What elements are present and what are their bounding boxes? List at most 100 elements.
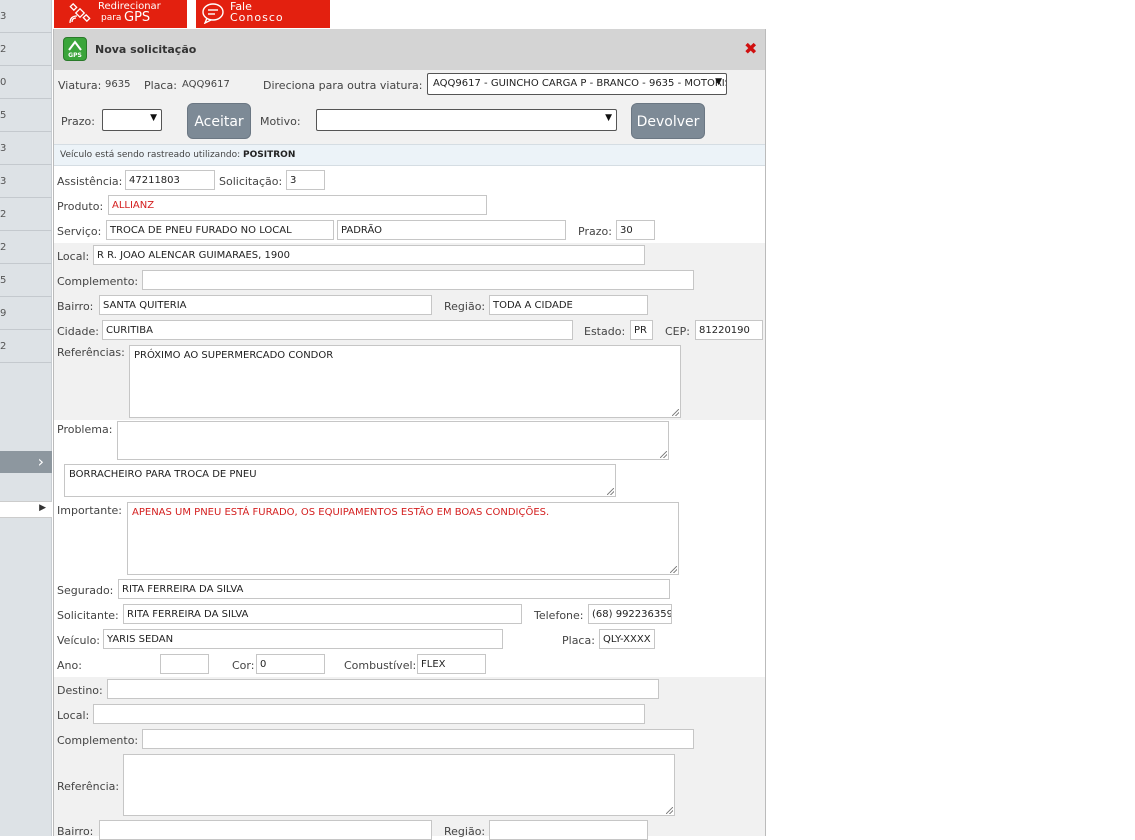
list-row[interactable]: 3	[0, 165, 52, 198]
motivo-select[interactable]: ▼	[316, 109, 617, 131]
list-row[interactable]: 0	[0, 66, 52, 99]
segurado-field[interactable]: RITA FERREIRA DA SILVA	[118, 579, 670, 599]
destino-local-label: Local:	[57, 709, 90, 722]
regiao-field[interactable]: TODA A CIDADE	[489, 295, 648, 315]
modal-header: GPS Nova solicitação ✖	[54, 29, 765, 70]
destino-field[interactable]	[107, 679, 659, 699]
gps-logo-text: GPS	[68, 52, 82, 59]
solicitante-field[interactable]: RITA FERREIRA DA SILVA	[123, 604, 522, 624]
referencias-value: PRÓXIMO AO SUPERMERCADO CONDOR	[134, 350, 334, 361]
cidade-field[interactable]: CURITIBA	[102, 320, 573, 340]
list-row[interactable]: 2	[0, 198, 52, 231]
redirect-gps-button[interactable]: Redirecionar para GPS	[54, 0, 187, 28]
importante-value: APENAS UM PNEU ESTÁ FURADO, OS EQUIPAMEN…	[132, 507, 550, 518]
gps-logo-icon: GPS	[63, 37, 87, 61]
problema-textarea[interactable]	[117, 421, 669, 460]
assistencia-label: Assistência:	[57, 175, 123, 188]
resize-grip-icon[interactable]	[666, 807, 673, 814]
prazo-select[interactable]: ▼	[102, 109, 162, 131]
list-row[interactable]: 2	[0, 33, 52, 66]
cor-field[interactable]: 0	[256, 654, 325, 674]
telefone-field[interactable]: (68) 992236359	[588, 604, 672, 624]
list-row[interactable]: 3	[0, 132, 52, 165]
telefone-label: Telefone:	[534, 609, 584, 622]
local-label: Local:	[57, 250, 90, 263]
fale-button-line2: Conosco	[230, 11, 284, 24]
viatura-label: Viatura:	[58, 79, 102, 92]
produto-label: Produto:	[57, 200, 104, 213]
resize-grip-icon[interactable]	[672, 409, 679, 416]
prazo-select-label: Prazo:	[61, 115, 95, 128]
list-row[interactable]: 2	[0, 231, 52, 264]
motivo-label: Motivo:	[260, 115, 301, 128]
expand-panel-button[interactable]: ›	[0, 451, 52, 473]
combustivel-label: Combustível:	[344, 659, 417, 672]
chevron-down-icon: ▼	[605, 113, 612, 123]
veiculo-placa-field[interactable]: QLY-XXXX	[599, 629, 655, 649]
ano-field[interactable]	[160, 654, 209, 674]
veiculo-field[interactable]: YARIS SEDAN	[103, 629, 503, 649]
servico-field[interactable]: TROCA DE PNEU FURADO NO LOCAL	[106, 220, 334, 240]
direciona-label: Direciona para outra viatura:	[263, 79, 423, 92]
modal-title: Nova solicitação	[95, 43, 197, 56]
regiao-label: Região:	[444, 300, 486, 313]
submenu-row[interactable]: ▶	[0, 501, 52, 518]
chat-bubble-icon	[202, 3, 224, 24]
destino-bairro-label: Bairro:	[57, 825, 94, 838]
destino-referencia-textarea[interactable]	[123, 754, 675, 816]
servico-tipo-field[interactable]: PADRÃO	[337, 220, 566, 240]
devolver-button[interactable]: Devolver	[631, 103, 705, 139]
estado-field[interactable]: PR	[630, 320, 653, 340]
importante-textarea[interactable]: APENAS UM PNEU ESTÁ FURADO, OS EQUIPAMEN…	[127, 502, 679, 575]
list-row[interactable]: 9	[0, 297, 52, 330]
observacao-value: BORRACHEIRO PARA TROCA DE PNEU	[69, 469, 257, 480]
chevron-down-icon: ▼	[715, 77, 722, 87]
resize-grip-icon[interactable]	[670, 566, 677, 573]
produto-field[interactable]: ALLIANZ	[108, 195, 487, 215]
gps-button-para: para	[101, 13, 122, 23]
complemento-field[interactable]	[142, 270, 694, 290]
referencias-textarea[interactable]: PRÓXIMO AO SUPERMERCADO CONDOR	[129, 345, 681, 418]
cor-label: Cor:	[232, 659, 255, 672]
destino-regiao-field[interactable]	[489, 820, 648, 840]
viatura-select[interactable]: AQQ9617 - GUINCHO CARGA P - BRANCO - 963…	[427, 73, 727, 95]
background-list-panel: 3 2 0 5 3 3 2 2 5 9 2	[0, 0, 52, 836]
solicitacao-label: Solicitação:	[219, 175, 283, 188]
list-row[interactable]: 5	[0, 99, 52, 132]
assistencia-field[interactable]: 47211803	[125, 170, 215, 190]
aceitar-button[interactable]: Aceitar	[187, 103, 251, 139]
problema-label: Problema:	[57, 423, 113, 436]
destino-label: Destino:	[57, 684, 103, 697]
destino-local-field[interactable]	[93, 704, 645, 724]
destino-regiao-label: Região:	[444, 825, 486, 838]
observacao-textarea[interactable]: BORRACHEIRO PARA TROCA DE PNEU	[64, 464, 616, 497]
resize-grip-icon[interactable]	[607, 488, 614, 495]
referencias-label: Referências:	[57, 346, 125, 359]
placa-label: Placa:	[144, 79, 177, 92]
tracking-text: Veículo está sendo rastreado utilizando:…	[60, 150, 296, 160]
list-row[interactable]: 3	[0, 0, 52, 33]
assignment-toolbar: Viatura: 9635 Placa: AQQ9617 Direciona p…	[54, 70, 765, 144]
cep-field[interactable]: 81220190	[695, 320, 763, 340]
tracking-provider: POSITRON	[243, 150, 296, 160]
destino-bairro-field[interactable]	[99, 820, 432, 840]
local-field[interactable]: R R. JOAO ALENCAR GUIMARAES, 1900	[93, 245, 645, 265]
chevron-right-icon: ›	[37, 452, 44, 471]
bairro-label: Bairro:	[57, 300, 94, 313]
list-row[interactable]: 2	[0, 330, 52, 363]
cep-label: CEP:	[665, 325, 690, 338]
veiculo-label: Veículo:	[57, 634, 101, 647]
servico-prazo-label: Prazo:	[578, 225, 612, 238]
placa-value: AQQ9617	[182, 79, 230, 90]
bairro-field[interactable]: SANTA QUITERIA	[99, 295, 432, 315]
combustivel-field[interactable]: FLEX	[417, 654, 486, 674]
viatura-value: 9635	[105, 79, 131, 90]
list-row[interactable]: 5	[0, 264, 52, 297]
resize-grip-icon[interactable]	[660, 451, 667, 458]
destino-complemento-field[interactable]	[142, 729, 694, 749]
fale-conosco-button[interactable]: Fale Conosco	[196, 0, 330, 28]
close-icon[interactable]: ✖	[744, 39, 757, 58]
servico-prazo-field[interactable]: 30	[616, 220, 655, 240]
solicitacao-field[interactable]: 3	[286, 170, 325, 190]
new-request-modal: GPS Nova solicitação ✖ Viatura: 9635 Pla…	[53, 29, 766, 840]
